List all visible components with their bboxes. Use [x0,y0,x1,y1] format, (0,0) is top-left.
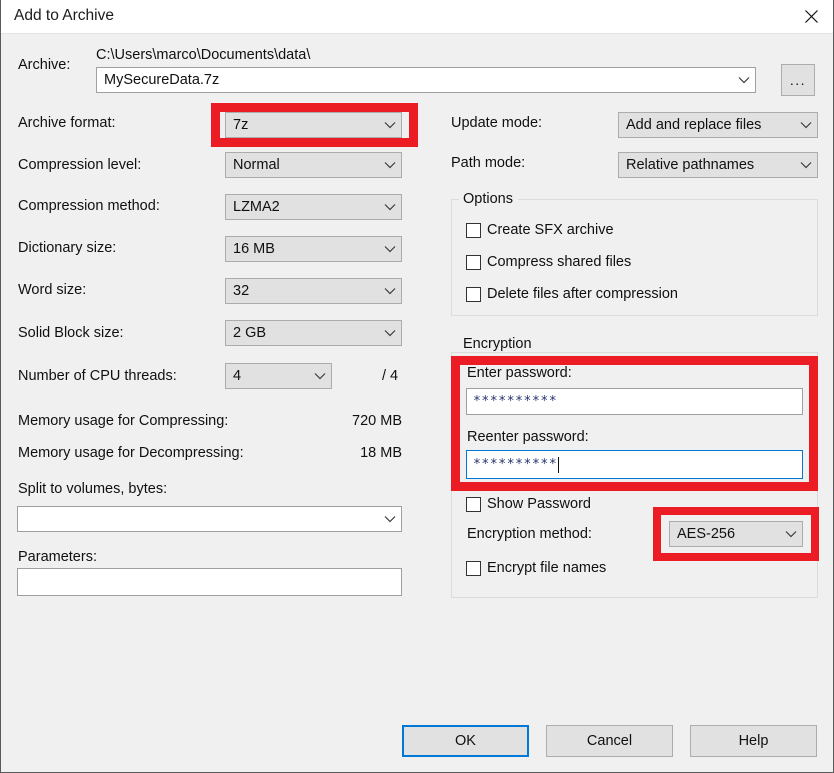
chevron-down-icon [379,329,401,337]
checkbox-show-password[interactable]: Show Password [466,496,591,512]
encryption-group-caption: Encryption [459,336,537,352]
checkbox-box [466,286,481,302]
archive-format-value: 7z [233,117,249,133]
browse-button[interactable]: ... [781,64,815,96]
compression-level-value: Normal [233,157,280,173]
chevron-down-icon [780,530,802,538]
encryption-method-value: AES-256 [677,526,736,542]
solid-block-size-label: Solid Block size: [18,325,124,341]
reenter-password-label: Reenter password: [467,429,589,445]
parameters-input[interactable] [17,568,402,596]
checkbox-box [466,222,481,238]
archive-path-text: C:\Users\marco\Documents\data\ [96,47,311,63]
checkbox-box [466,560,481,576]
chevron-down-icon [795,161,817,169]
archive-name-combo[interactable]: MySecureData.7z [96,67,756,93]
parameters-label: Parameters: [18,549,97,565]
title-bar: Add to Archive [1,0,833,34]
chevron-down-icon [379,121,401,129]
dictionary-size-label: Dictionary size: [18,240,117,256]
options-group-caption: Options [459,191,518,207]
path-mode-label: Path mode: [451,155,526,171]
chevron-down-icon [379,515,401,523]
split-to-volumes-label: Split to volumes, bytes: [18,481,168,497]
compression-method-combo[interactable]: LZMA2 [225,194,402,220]
checkbox-label: Delete files after compression [487,286,678,302]
cpu-threads-value: 4 [233,368,242,384]
encryption-method-combo[interactable]: AES-256 [669,521,803,547]
cpu-threads-label: Number of CPU threads: [18,368,177,384]
solid-block-size-combo[interactable]: 2 GB [225,320,402,346]
browse-button-label: ... [789,72,807,88]
checkbox-delete-files-after-compression[interactable]: Delete files after compression [466,286,678,302]
path-mode-combo[interactable]: Relative pathnames [618,152,818,178]
add-to-archive-dialog: Add to Archive Archive: C:\Users\marco\D… [0,0,834,773]
checkbox-label: Create SFX archive [487,222,614,238]
chevron-down-icon [379,203,401,211]
enter-password-value: ********** [473,394,558,409]
update-mode-combo[interactable]: Add and replace files [618,112,818,138]
archive-format-combo[interactable]: 7z [225,112,402,138]
memory-compress-value: 720 MB [352,413,402,429]
help-button[interactable]: Help [690,725,817,757]
ok-button[interactable]: OK [402,725,529,757]
split-to-volumes-combo[interactable] [17,506,402,532]
archive-format-label: Archive format: [18,115,116,131]
chevron-down-icon [379,161,401,169]
close-icon[interactable] [788,0,833,33]
dictionary-size-value: 16 MB [233,241,275,257]
window-title: Add to Archive [14,7,114,24]
reenter-password-value: ********** [473,457,558,472]
compression-level-combo[interactable]: Normal [225,152,402,178]
word-size-combo[interactable]: 32 [225,278,402,304]
update-mode-label: Update mode: [451,115,543,131]
checkbox-create-sfx-archive[interactable]: Create SFX archive [466,222,614,238]
checkbox-label: Encrypt file names [487,560,607,576]
cpu-threads-total: / 4 [382,368,399,384]
chevron-down-icon [379,287,401,295]
memory-compress-label: Memory usage for Compressing: [18,413,229,429]
chevron-down-icon [309,372,331,380]
word-size-label: Word size: [18,282,87,298]
cancel-button-label: Cancel [586,733,633,749]
memory-decompress-label: Memory usage for Decompressing: [18,445,244,461]
checkbox-box [466,496,481,512]
enter-password-label: Enter password: [467,365,572,381]
dictionary-size-combo[interactable]: 16 MB [225,236,402,262]
chevron-down-icon [379,245,401,253]
compression-method-value: LZMA2 [233,199,280,215]
text-caret [558,456,560,473]
archive-name-value: MySecureData.7z [104,72,220,88]
chevron-down-icon [733,76,755,84]
update-mode-value: Add and replace files [626,117,762,133]
enter-password-input[interactable]: ********** [466,388,803,415]
ok-button-label: OK [455,733,476,749]
chevron-down-icon [795,121,817,129]
solid-block-size-value: 2 GB [233,325,267,341]
checkbox-encrypt-file-names[interactable]: Encrypt file names [466,560,606,576]
help-button-label: Help [738,733,769,749]
checkbox-label: Show Password [487,496,591,512]
archive-label: Archive: [18,57,71,73]
reenter-password-input[interactable]: ********** [466,450,803,479]
path-mode-value: Relative pathnames [626,157,755,173]
encryption-method-label: Encryption method: [467,526,592,542]
memory-decompress-value: 18 MB [360,445,402,461]
checkbox-box [466,254,481,270]
compression-method-label: Compression method: [18,198,160,214]
word-size-value: 32 [233,283,250,299]
checkbox-label: Compress shared files [487,254,632,270]
cancel-button[interactable]: Cancel [546,725,673,757]
compression-level-label: Compression level: [18,157,142,173]
checkbox-compress-shared-files[interactable]: Compress shared files [466,254,631,270]
cpu-threads-combo[interactable]: 4 [225,363,332,389]
